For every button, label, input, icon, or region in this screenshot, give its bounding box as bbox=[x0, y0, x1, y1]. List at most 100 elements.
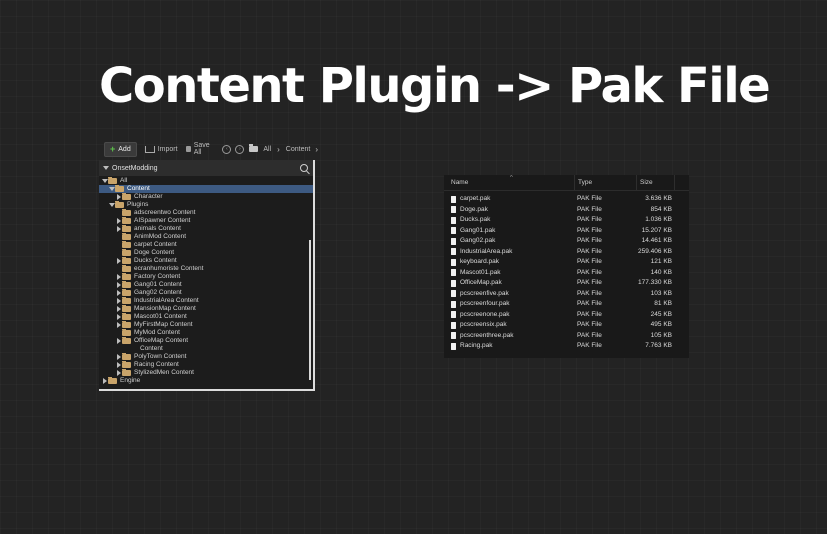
collapse-icon bbox=[103, 166, 109, 170]
column-type-header[interactable]: Type bbox=[574, 175, 636, 190]
file-row[interactable]: pcscreensix.pak PAK File 495 KB bbox=[444, 320, 689, 331]
add-button[interactable]: + Add bbox=[104, 141, 137, 157]
file-row[interactable]: Racing.pak PAK File 7.763 KB bbox=[444, 341, 689, 352]
expand-right-icon[interactable] bbox=[115, 306, 122, 312]
tree-item[interactable]: AnimMod Content bbox=[99, 233, 313, 241]
expand-right-icon[interactable] bbox=[115, 226, 122, 232]
folder-icon bbox=[122, 353, 131, 360]
chevron-right-icon[interactable]: › bbox=[277, 145, 280, 154]
expand-right-icon[interactable] bbox=[115, 354, 122, 360]
tree-item[interactable]: MansionMap Content bbox=[99, 305, 313, 313]
file-name-cell: Ducks.pak bbox=[444, 215, 574, 226]
file-row[interactable]: pcscreenfour.pak PAK File 81 KB bbox=[444, 299, 689, 310]
tree-item[interactable]: Racing Content bbox=[99, 361, 313, 369]
expand-right-icon[interactable] bbox=[115, 314, 122, 320]
folder-nav-button[interactable] bbox=[249, 144, 259, 152]
file-row[interactable]: carpet.pak PAK File 3.636 KB bbox=[444, 194, 689, 205]
folder-icon bbox=[249, 144, 259, 152]
file-name: pcscreenthree.pak bbox=[460, 331, 514, 339]
expand-right-icon[interactable] bbox=[115, 282, 122, 288]
tree-item[interactable]: MyMod Content bbox=[99, 329, 313, 337]
tree-item[interactable]: All bbox=[99, 177, 313, 185]
file-row[interactable]: Doge.pak PAK File 854 KB bbox=[444, 205, 689, 216]
expand-down-icon[interactable] bbox=[108, 187, 115, 191]
file-row[interactable]: Ducks.pak PAK File 1.036 KB bbox=[444, 215, 689, 226]
tree-item-label: Doge Content bbox=[134, 249, 175, 256]
expand-right-icon[interactable] bbox=[101, 378, 108, 384]
expand-right-icon[interactable] bbox=[115, 298, 122, 304]
tree-item[interactable]: ecranhumoriste Content bbox=[99, 265, 313, 273]
tree-item[interactable]: OfficeMap Content bbox=[99, 337, 313, 345]
file-row[interactable]: pcscreenone.pak PAK File 245 KB bbox=[444, 310, 689, 321]
file-row[interactable]: Mascot01.pak PAK File 140 KB bbox=[444, 268, 689, 279]
folder-icon bbox=[108, 177, 117, 184]
import-button[interactable]: Import bbox=[144, 145, 178, 153]
tree-item[interactable]: MyFirstMap Content bbox=[99, 321, 313, 329]
folder-icon bbox=[122, 249, 131, 256]
save-all-button[interactable]: Save All bbox=[185, 142, 216, 156]
tree-item[interactable]: Gang02 Content bbox=[99, 289, 313, 297]
sort-ascending-icon: ^ bbox=[510, 175, 513, 181]
expand-right-icon[interactable] bbox=[115, 258, 122, 264]
tree-item[interactable]: IndustrialArea Content bbox=[99, 297, 313, 305]
search-icon[interactable] bbox=[300, 164, 308, 172]
history-forward-button[interactable]: › bbox=[235, 144, 245, 154]
content-browser-toolbar: + Add Import Save All ‹ › All › Content … bbox=[98, 140, 318, 158]
tree-item[interactable]: carpet Content bbox=[99, 241, 313, 249]
scrollbar[interactable] bbox=[309, 240, 311, 380]
tree-item[interactable]: Engine bbox=[99, 377, 313, 385]
column-name-header[interactable]: Name bbox=[444, 179, 574, 186]
tree-item[interactable]: StylizedMen Content bbox=[99, 369, 313, 377]
file-row[interactable]: keyboard.pak PAK File 121 KB bbox=[444, 257, 689, 268]
expand-right-icon[interactable] bbox=[115, 274, 122, 280]
tree-item[interactable]: Ducks Content bbox=[99, 257, 313, 265]
tree-item[interactable]: Mascot01 Content bbox=[99, 313, 313, 321]
tree-item[interactable]: Gang01 Content bbox=[99, 281, 313, 289]
file-size: 3.636 KB bbox=[645, 195, 672, 202]
tree-item-label: Engine bbox=[120, 377, 141, 384]
file-name-cell: Racing.pak bbox=[444, 341, 574, 352]
import-label: Import bbox=[157, 145, 178, 153]
tree-item-label: animals Content bbox=[134, 225, 181, 232]
expand-down-icon[interactable] bbox=[108, 203, 115, 207]
file-type: PAK File bbox=[577, 268, 602, 276]
tree-item[interactable]: Factory Content bbox=[99, 273, 313, 281]
column-size-header[interactable]: Size bbox=[636, 175, 675, 190]
file-row[interactable]: IndustrialArea.pak PAK File 259.406 KB bbox=[444, 247, 689, 258]
breadcrumb-all[interactable]: All bbox=[263, 146, 271, 153]
breadcrumb-content[interactable]: Content bbox=[286, 146, 311, 153]
file-row[interactable]: Gang02.pak PAK File 14.461 KB bbox=[444, 236, 689, 247]
chevron-right-icon[interactable]: › bbox=[315, 145, 318, 154]
expand-right-icon[interactable] bbox=[115, 290, 122, 296]
expand-right-icon[interactable] bbox=[115, 338, 122, 344]
tree-item[interactable]: Content bbox=[99, 345, 313, 353]
tree-item[interactable]: PolyTown Content bbox=[99, 353, 313, 361]
tree-item[interactable]: Doge Content bbox=[99, 249, 313, 257]
file-name: pcscreenone.pak bbox=[460, 310, 510, 318]
tree-item[interactable]: AISpawner Content bbox=[99, 217, 313, 225]
tree-panel-header[interactable]: OnsetModding bbox=[99, 160, 313, 176]
folder-icon bbox=[122, 233, 131, 240]
file-row[interactable]: pcscreenthree.pak PAK File 105 KB bbox=[444, 331, 689, 342]
tree-item[interactable]: Plugins bbox=[99, 201, 313, 209]
expand-right-icon[interactable] bbox=[115, 322, 122, 328]
file-row[interactable]: pcscreenfive.pak PAK File 103 KB bbox=[444, 289, 689, 300]
tree-item[interactable]: Character bbox=[99, 193, 313, 201]
expand-right-icon[interactable] bbox=[115, 194, 122, 200]
tree-item[interactable]: Content bbox=[99, 185, 313, 193]
folder-icon bbox=[122, 361, 131, 368]
file-name-cell: pcscreensix.pak bbox=[444, 320, 574, 331]
file-row[interactable]: Gang01.pak PAK File 15.207 KB bbox=[444, 226, 689, 237]
file-name-cell: Doge.pak bbox=[444, 205, 574, 216]
file-name-cell: carpet.pak bbox=[444, 194, 574, 205]
file-name: pcscreensix.pak bbox=[460, 321, 507, 328]
tree-item[interactable]: animals Content bbox=[99, 225, 313, 233]
expand-right-icon[interactable] bbox=[115, 370, 122, 376]
expand-right-icon[interactable] bbox=[115, 362, 122, 368]
tree-item[interactable]: adscreentwo Content bbox=[99, 209, 313, 217]
expand-down-icon[interactable] bbox=[101, 179, 108, 183]
expand-right-icon[interactable] bbox=[115, 218, 122, 224]
back-icon: ‹ bbox=[222, 144, 232, 154]
history-back-button[interactable]: ‹ bbox=[222, 144, 232, 154]
file-row[interactable]: OfficeMap.pak PAK File 177.330 KB bbox=[444, 278, 689, 289]
